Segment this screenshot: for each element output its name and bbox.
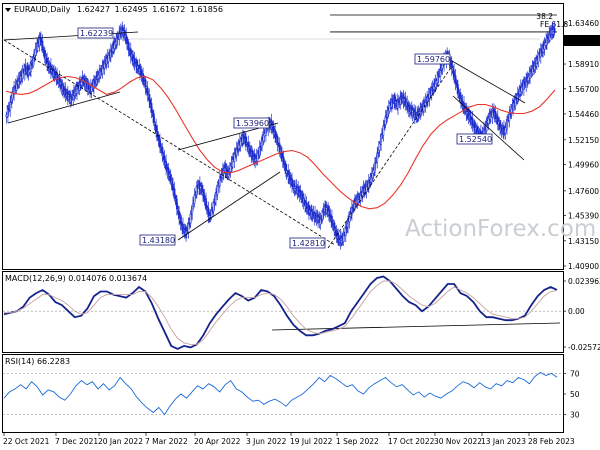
price-level-box: 1.53960 [233,117,270,129]
price-tick-label: 1.58910 [568,60,599,69]
price-tick-label: 1.47600 [568,187,599,196]
price-tick-label: 1.54460 [568,110,599,119]
rsi-tick-label: 50 [570,390,580,399]
date-tick-label: 28 Feb 2023 [528,437,575,446]
ohlc-close: 1.61856 [190,5,223,14]
date-tick-label: 7 Mar 2022 [145,437,188,446]
ohlc-low: 1.61672 [152,5,185,14]
price-level-box: 1.59760 [414,53,451,65]
price-title: EURAUD,Daily 1.62427 1.62495 1.61672 1.6… [14,5,223,14]
timeframe-label: Daily [50,5,71,14]
macd-title: MACD(12,26,9) 0.014076 0.013674 [5,274,147,283]
price-level-box: 1.52540 [456,133,493,145]
date-tick-label: 7 Dec 2021 [55,437,98,446]
price-tick-label: 1.43150 [568,237,599,246]
date-tick-label: 17 Oct 2022 [388,437,435,446]
price-level-box: 1.43180 [139,234,176,246]
ohlc-open: 1.62427 [77,5,110,14]
price-level-text: 1.52540 [459,135,492,144]
symbol-label: EURAUD [14,5,48,14]
price-tick-label: 1.63460 [568,19,599,28]
price-level-box: 1.42810 [289,237,326,249]
price-level-text: 1.43180 [142,236,175,245]
price-tick-label: 1.40900 [568,262,599,271]
rsi-title: RSI(14) 66.2283 [5,357,70,366]
price-tick-label: 1.61856 [568,37,599,46]
ohlc-high: 1.62495 [115,5,148,14]
macd-tick-label: 0.00 [568,307,585,316]
date-tick-label: 22 Oct 2021 [3,437,50,446]
price-level-text: 1.59760 [417,55,450,64]
rsi-tick-label: 70 [570,369,580,378]
chart-canvas: ActionForex.com 38.2FE 61.8 1.622391.539… [2,3,600,446]
price-level-text: 1.53960 [236,119,269,128]
price-tick-label: 1.52150 [568,136,599,145]
price-level-text: 1.62239 [80,29,113,38]
rsi-panel [2,354,564,433]
date-tick-label: 19 Jul 2022 [290,437,333,446]
price-level-text: 1.42810 [292,239,325,248]
date-tick-label: 13 Jan 2023 [481,437,526,446]
macd-tick-label: 0.023963 [568,277,600,286]
rsi-tick-label: 30 [570,411,580,420]
macd-tick-label: -0.025726 [568,343,600,352]
date-tick-label: 20 Jan 2022 [98,437,143,446]
date-tick-label: 3 Jun 2022 [246,437,287,446]
price-tick-label: 1.49960 [568,160,599,169]
price-tick-label: 1.56700 [568,85,599,94]
date-tick-label: 20 Apr 2022 [194,437,241,446]
date-tick-label: 30 Nov 2022 [434,437,482,446]
chart-window: { "chart_data": [ { "type": "candlestick… [0,0,600,450]
price-level-box: 1.62239 [77,27,114,39]
date-tick-label: 1 Sep 2022 [336,437,379,446]
price-tick-label: 1.45390 [568,212,599,221]
price-header: EURAUD,Daily 1.62427 1.62495 1.61672 1.6… [5,5,223,14]
